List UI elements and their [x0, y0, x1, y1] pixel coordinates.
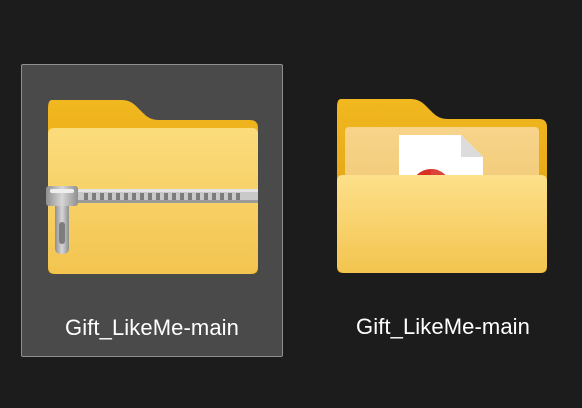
file-name-label: Gift_LikeMe-main — [65, 315, 239, 340]
file-name-label: Gift_LikeMe-main — [356, 314, 530, 339]
file-item-folder[interactable]: Gift_LikeMe-main — [312, 64, 574, 357]
folder-with-document-icon — [337, 99, 547, 273]
zip-folder-icon — [46, 100, 258, 274]
desktop-view: Gift_LikeMe-main Gift_LikeMe-main — [0, 0, 582, 408]
file-item-zip-folder[interactable]: Gift_LikeMe-main — [21, 64, 283, 357]
